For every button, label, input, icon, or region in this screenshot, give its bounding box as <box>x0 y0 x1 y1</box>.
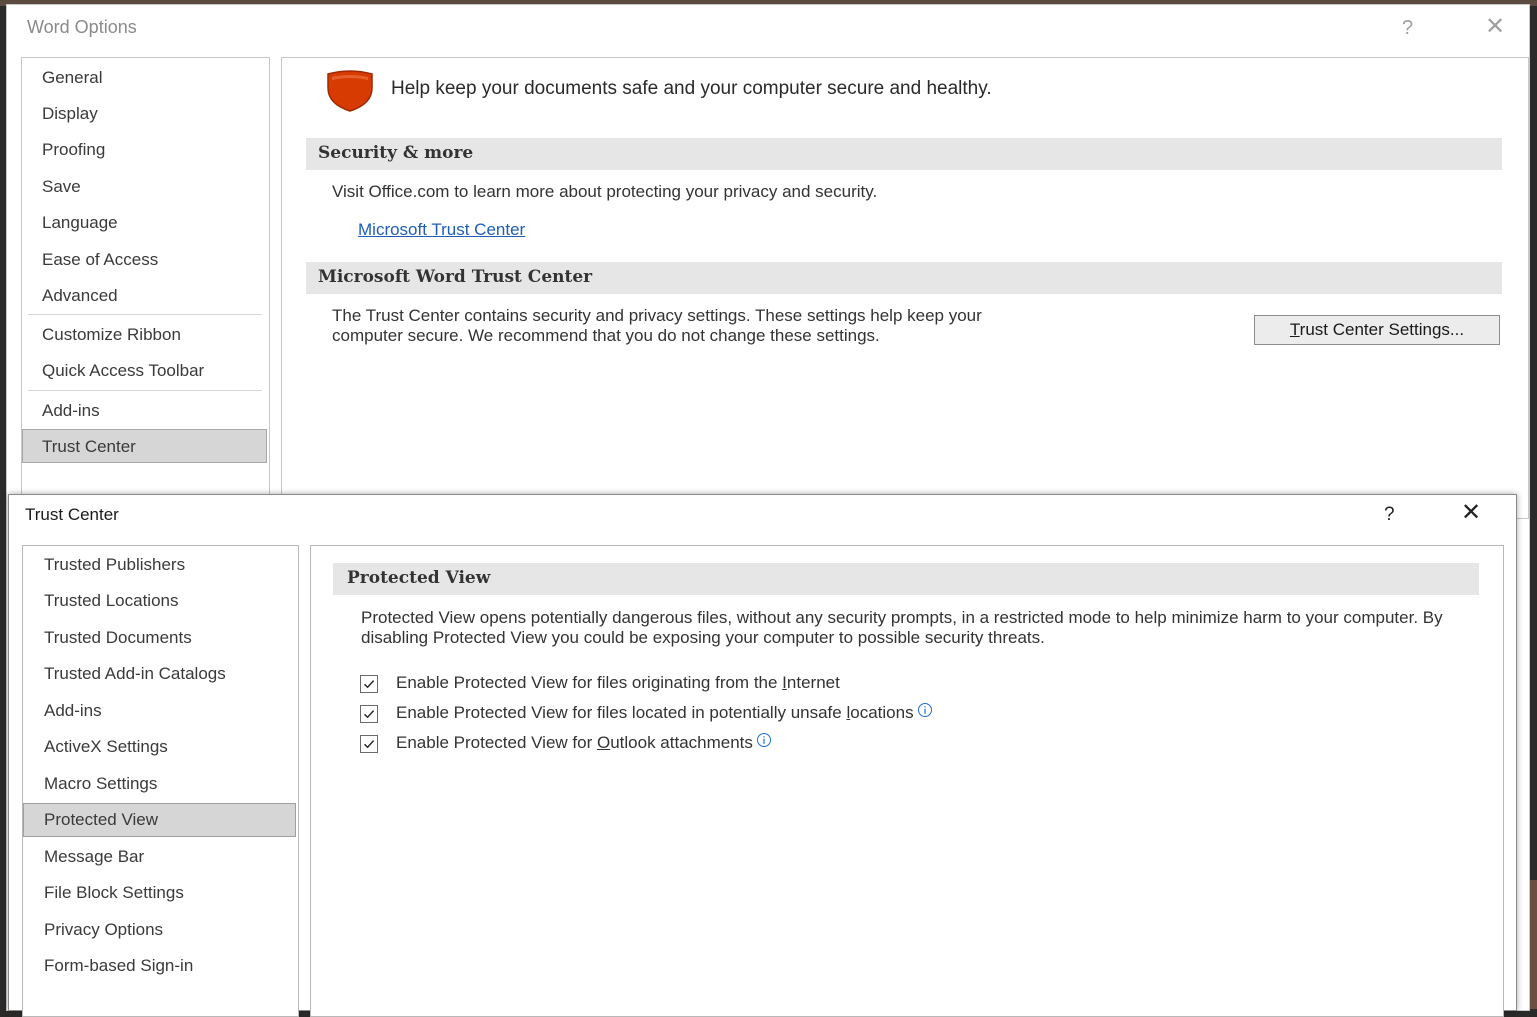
protected-view-description: Protected View opens potentially dangero… <box>361 608 1443 647</box>
nav-item-form-based-sign-in[interactable]: Form-based Sign-in <box>44 956 193 976</box>
trust-headline: Help keep your documents safe and your c… <box>391 78 992 99</box>
option-label: Enable Protected View for Outlook attach… <box>396 733 772 753</box>
nav-item-message-bar[interactable]: Message Bar <box>44 847 144 867</box>
security-more-header: Security & more <box>306 138 1502 170</box>
nav-item-save[interactable]: Save <box>42 177 81 197</box>
option-label: Enable Protected View for files located … <box>396 703 933 723</box>
nav-divider <box>28 314 262 315</box>
nav-item-ease-of-access[interactable]: Ease of Access <box>42 250 158 270</box>
nav-divider <box>28 390 262 391</box>
trust-center-title: Trust Center <box>25 505 119 524</box>
section-title: Protected View <box>347 568 491 588</box>
security-description: Visit Office.com to learn more about pro… <box>332 182 878 201</box>
nav-item-file-block-settings[interactable]: File Block Settings <box>44 883 184 903</box>
nav-item-protected-view[interactable]: Protected View <box>44 810 158 830</box>
nav-item-advanced[interactable]: Advanced <box>42 286 118 306</box>
trust-center-description-line2: computer secure. We recommend that you d… <box>332 326 880 345</box>
trust-center-dialog: Trust Center ? ✕ Trusted Publishers Trus… <box>8 494 1517 1017</box>
help-button[interactable]: ? <box>1384 504 1395 526</box>
nav-item-add-ins[interactable]: Add-ins <box>44 701 102 721</box>
button-label: rust Center Settings... <box>1299 320 1465 339</box>
section-title: Security & more <box>318 143 474 163</box>
nav-item-add-ins[interactable]: Add-ins <box>42 401 100 421</box>
nav-item-trusted-add-in-catalogs[interactable]: Trusted Add-in Catalogs <box>44 664 226 684</box>
check-icon <box>364 680 375 689</box>
nav-item-trusted-publishers[interactable]: Trusted Publishers <box>44 555 185 575</box>
shield-icon <box>324 70 376 117</box>
checkbox-unsafe-locations[interactable] <box>360 705 378 723</box>
word-options-title: Word Options <box>27 17 137 37</box>
nav-item-trust-center[interactable]: Trust Center <box>42 437 136 457</box>
trust-center-settings-button[interactable]: Trust Center Settings... <box>1254 315 1500 345</box>
nav-item-quick-access-toolbar[interactable]: Quick Access Toolbar <box>42 361 204 381</box>
help-button[interactable]: ? <box>1402 17 1413 40</box>
info-icon[interactable] <box>917 702 933 723</box>
nav-item-language[interactable]: Language <box>42 213 118 233</box>
checkbox-internet-files[interactable] <box>360 675 378 693</box>
close-icon[interactable]: ✕ <box>1485 15 1505 39</box>
nav-item-customize-ribbon[interactable]: Customize Ribbon <box>42 325 181 345</box>
close-icon[interactable]: ✕ <box>1461 501 1481 525</box>
trust-center-nav: Trusted Publishers Trusted Locations Tru… <box>22 545 299 1017</box>
nav-item-macro-settings[interactable]: Macro Settings <box>44 774 157 794</box>
nav-item-general[interactable]: General <box>42 68 102 88</box>
nav-item-trusted-documents[interactable]: Trusted Documents <box>44 628 192 648</box>
protected-view-header: Protected View <box>333 563 1479 595</box>
check-icon <box>364 710 375 719</box>
word-options-nav: General Display Proofing Save Language E… <box>21 57 270 519</box>
checkbox-outlook-attachments[interactable] <box>360 735 378 753</box>
info-icon[interactable] <box>756 732 772 753</box>
microsoft-trust-center-link[interactable]: Microsoft Trust Center <box>358 220 525 240</box>
option-label: Enable Protected View for files originat… <box>396 673 840 692</box>
word-options-content: Help keep your documents safe and your c… <box>281 57 1529 519</box>
protected-view-panel: Protected View Protected View opens pote… <box>310 545 1504 1017</box>
nav-item-trusted-locations[interactable]: Trusted Locations <box>44 591 179 611</box>
word-trust-center-header: Microsoft Word Trust Center <box>306 262 1502 294</box>
check-icon <box>364 740 375 749</box>
nav-item-privacy-options[interactable]: Privacy Options <box>44 920 163 940</box>
section-title: Microsoft Word Trust Center <box>318 267 593 287</box>
nav-item-activex-settings[interactable]: ActiveX Settings <box>44 737 168 757</box>
nav-item-display[interactable]: Display <box>42 104 98 124</box>
nav-item-proofing[interactable]: Proofing <box>42 140 105 160</box>
trust-center-description-line1: The Trust Center contains security and p… <box>332 306 982 325</box>
